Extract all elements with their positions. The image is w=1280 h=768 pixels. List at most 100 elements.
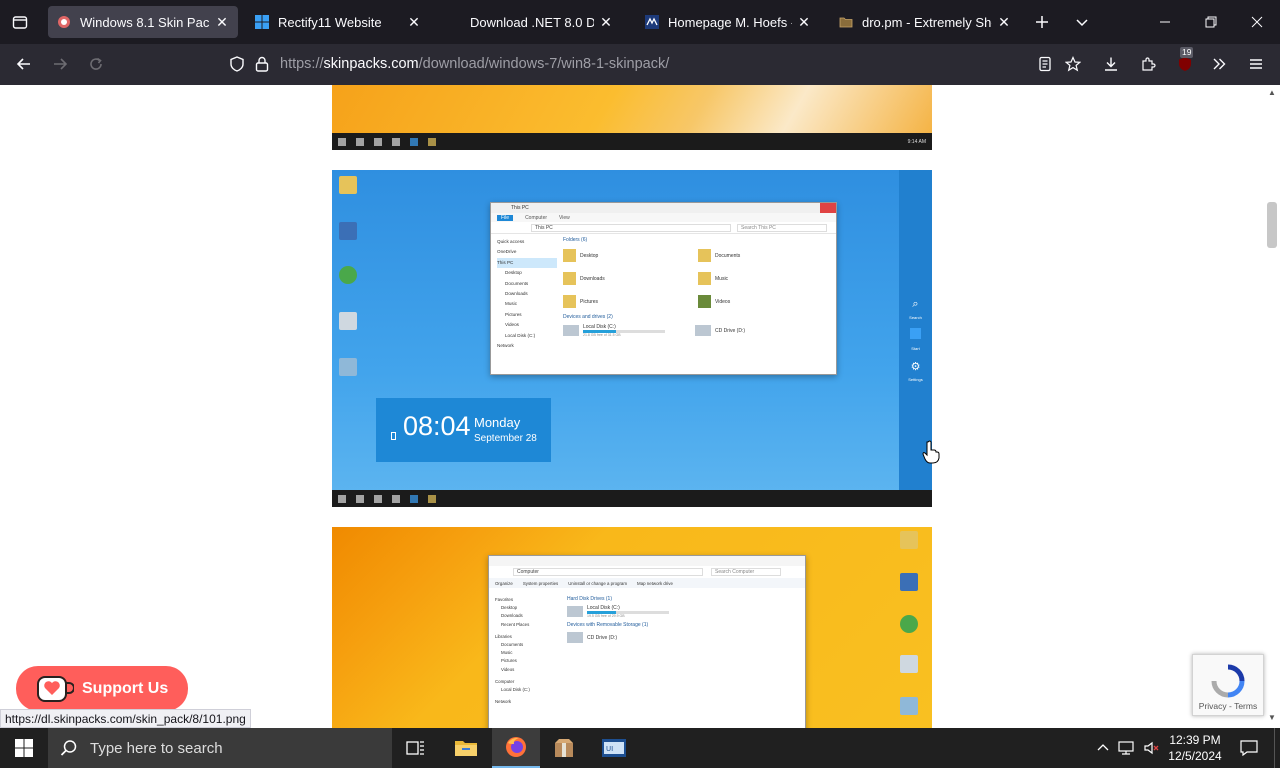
store-taskbar-button[interactable]: [540, 728, 588, 768]
plus-icon: [1036, 16, 1048, 28]
overflow-menu-button[interactable]: [1205, 50, 1233, 78]
tab-hoefs[interactable]: Homepage M. Hoefs - Ult ✕: [636, 6, 820, 38]
close-tab-icon[interactable]: ✕: [796, 14, 812, 31]
tab-dropm[interactable]: dro.pm - Extremely Short ✕: [830, 6, 1020, 38]
url-bar[interactable]: https://skinpacks.com/download/windows-7…: [228, 50, 1028, 78]
explorer-search-box: Search This PC: [737, 223, 827, 232]
restore-button[interactable]: [1188, 0, 1234, 44]
folder-downloads: Downloads: [580, 275, 605, 282]
charm-label-start: Start: [911, 346, 920, 351]
reader-view-button[interactable]: [1031, 50, 1059, 78]
back-button[interactable]: [10, 50, 38, 78]
screenshot-orange-desktop[interactable]: 9:14 AM: [332, 85, 932, 150]
recaptcha-privacy-link[interactable]: Privacy: [1199, 701, 1227, 711]
tab-title: Download .NET 8.0 Deskt: [470, 14, 594, 30]
file-explorer-taskbar-button[interactable]: [442, 728, 490, 768]
support-us-button[interactable]: Support Us: [16, 666, 188, 711]
tab-title: Rectify11 Website: [278, 14, 382, 30]
close-tab-icon[interactable]: ✕: [406, 14, 422, 31]
close-tab-icon[interactable]: ✕: [996, 14, 1012, 31]
reader-view-icon: [1039, 56, 1051, 72]
app-menu-button[interactable]: [1242, 50, 1270, 78]
firefox-view-icon: [12, 16, 28, 29]
recaptcha-icon: [1211, 664, 1245, 698]
show-hidden-icons-button[interactable]: [1092, 728, 1114, 768]
drive-d-label: CD Drive (D:): [715, 327, 745, 334]
screenshot-yellow-desktop[interactable]: Computer Search Computer Organize System…: [332, 527, 932, 728]
cmd-organize: Organize: [495, 580, 513, 586]
close-tab-icon[interactable]: ✕: [214, 14, 230, 31]
vertical-scrollbar[interactable]: ▲ ▼: [1264, 85, 1280, 728]
recycle-bin-icon: [339, 312, 357, 330]
tab-title: dro.pm - Extremely Short: [862, 14, 992, 30]
recaptcha-terms-link[interactable]: Terms: [1234, 701, 1257, 711]
new-tab-button[interactable]: [1026, 0, 1058, 44]
nav-item: Videos: [505, 322, 519, 328]
nav-item: Network: [497, 343, 514, 349]
forward-button[interactable]: [46, 50, 74, 78]
nav-item: Pictures: [505, 311, 522, 317]
network-tray-button[interactable]: [1114, 728, 1138, 768]
nav-item: OneDrive: [497, 249, 517, 255]
nav-item: Desktop: [501, 605, 518, 611]
task-view-button[interactable]: [392, 728, 440, 768]
folder-favicon: [838, 14, 854, 30]
recaptcha-badge[interactable]: Privacy - Terms: [1192, 654, 1264, 716]
kofi-cup-icon: [37, 675, 74, 702]
extension-badge-count: 19: [1180, 47, 1194, 58]
list-all-tabs-button[interactable]: [1066, 0, 1098, 44]
downloads-button[interactable]: [1097, 50, 1125, 78]
shield-icon[interactable]: [228, 55, 246, 73]
computer-icon: [339, 222, 357, 240]
firefox-taskbar-button[interactable]: [492, 728, 540, 768]
arrow-right-icon: [54, 58, 68, 70]
close-tab-icon[interactable]: ✕: [598, 14, 614, 31]
charm-label-search: Search: [909, 315, 922, 320]
scroll-down-arrow-icon[interactable]: ▼: [1268, 713, 1276, 722]
close-window-button[interactable]: [1234, 0, 1280, 44]
start-charm-icon: [910, 328, 921, 339]
taskbar-time: 12:39 PM: [1169, 733, 1221, 747]
control-panel-icon: [339, 358, 357, 376]
mini-taskbar: [332, 490, 932, 507]
volume-tray-button[interactable]: [1140, 728, 1164, 768]
tab-dotnet[interactable]: Download .NET 8.0 Deskt ✕: [438, 6, 622, 38]
skinpacks-favicon: [56, 14, 72, 30]
lock-icon[interactable]: [254, 55, 270, 73]
ublock-extension-button[interactable]: 19: [1171, 47, 1199, 78]
show-desktop-button[interactable]: [1274, 728, 1280, 768]
hdd-header: Hard Disk Drives (1): [567, 596, 613, 602]
reload-button[interactable]: [82, 50, 110, 78]
explorer-close-icon: [820, 203, 836, 213]
nav-item: Music: [505, 301, 517, 307]
file-explorer-icon: [455, 741, 477, 756]
explorer-window-computer: Computer Search Computer Organize System…: [488, 555, 806, 728]
recycle-bin-icon: [900, 655, 918, 673]
tab-rectify11[interactable]: Rectify11 Website ✕: [246, 6, 430, 38]
hoefs-favicon: [644, 14, 660, 30]
start-button[interactable]: [0, 728, 48, 768]
cmd-map-drive: Map network drive: [637, 580, 673, 586]
taskbar-clock[interactable]: 12:39 PM 12/5/2024: [1166, 728, 1224, 768]
search-charm-icon: ⌕: [912, 298, 919, 310]
windows-logo-icon: [15, 739, 33, 757]
nav-item: Desktop: [505, 270, 522, 276]
minimize-button[interactable]: [1142, 0, 1188, 44]
firefox-view-button[interactable]: [0, 0, 40, 44]
bookmark-star-button[interactable]: [1059, 50, 1087, 78]
nav-item: Recent Places: [501, 621, 530, 627]
app-taskbar-button[interactable]: UI: [590, 728, 638, 768]
user-folder-icon: [339, 176, 357, 194]
scrollbar-thumb[interactable]: [1267, 202, 1277, 248]
reload-icon: [90, 57, 102, 70]
clock-time: 08:04: [403, 411, 471, 441]
notifications-button[interactable]: [1232, 728, 1266, 768]
ethernet-icon: [1118, 741, 1134, 755]
scroll-up-arrow-icon[interactable]: ▲: [1268, 88, 1276, 97]
tab-skinpacks[interactable]: Windows 8.1 Skin Pack - S ✕: [48, 6, 238, 38]
explorer-window-this-pc: This PC File Computer View This PC Searc…: [490, 202, 837, 375]
cmd-uninstall: Uninstall or change a program: [568, 580, 628, 586]
screenshot-blue-desktop[interactable]: ⌕ Search Start ⚙ Settings This PC File C…: [332, 170, 932, 507]
taskbar-search-box[interactable]: Type here to search: [48, 728, 392, 768]
extensions-button[interactable]: [1134, 50, 1162, 78]
